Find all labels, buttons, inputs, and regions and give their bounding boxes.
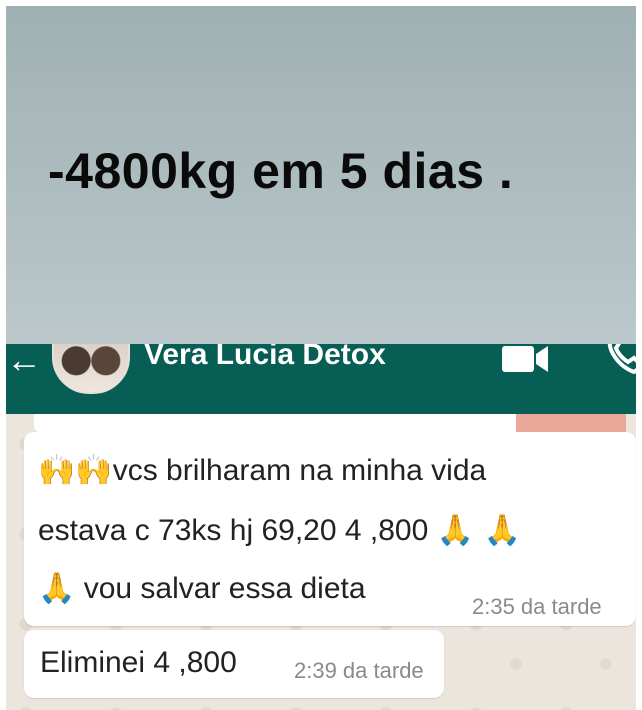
- message-line: estava c 73ks hj 69,20 4 ,800 🙏 🙏: [38, 514, 521, 548]
- chat-header: ← Vera Lucia Detox: [6, 344, 636, 414]
- message-line: 🙏 vou salvar essa dieta: [38, 572, 366, 606]
- message-time: 2:35 da tarde: [472, 594, 602, 619]
- message-bubble[interactable]: 🙌🙌vcs brilharam na minha vida estava c 7…: [24, 432, 636, 626]
- message-text: estava c 73ks hj 69,20 4 ,800: [38, 514, 429, 547]
- message-text: vcs brilharam na minha vida: [112, 454, 487, 487]
- message-time: 2:39 da tarde: [294, 658, 424, 683]
- phone-call-icon[interactable]: [604, 344, 636, 374]
- headline-text: -4800kg em 5 dias .: [48, 143, 514, 199]
- quoted-thumbnail: [516, 414, 626, 432]
- contact-avatar[interactable]: [52, 344, 130, 394]
- video-call-icon[interactable]: [502, 346, 550, 372]
- back-arrow-icon[interactable]: ←: [6, 344, 42, 378]
- message-bubble[interactable]: Eliminei 4 ,800 2:39 da tarde: [24, 630, 444, 698]
- praying-hands-emoji: 🙏: [38, 571, 76, 606]
- raising-hands-emoji: 🙌🙌: [38, 453, 113, 488]
- headline-banner: -4800kg em 5 dias .: [6, 6, 636, 344]
- contact-name[interactable]: Vera Lucia Detox: [144, 344, 386, 372]
- message-line: 🙌🙌vcs brilharam na minha vida: [38, 454, 486, 488]
- message-text: vou salvar essa dieta: [83, 572, 366, 605]
- praying-hands-emoji: 🙏 🙏: [436, 513, 521, 548]
- message-text: Eliminei 4 ,800: [40, 646, 237, 679]
